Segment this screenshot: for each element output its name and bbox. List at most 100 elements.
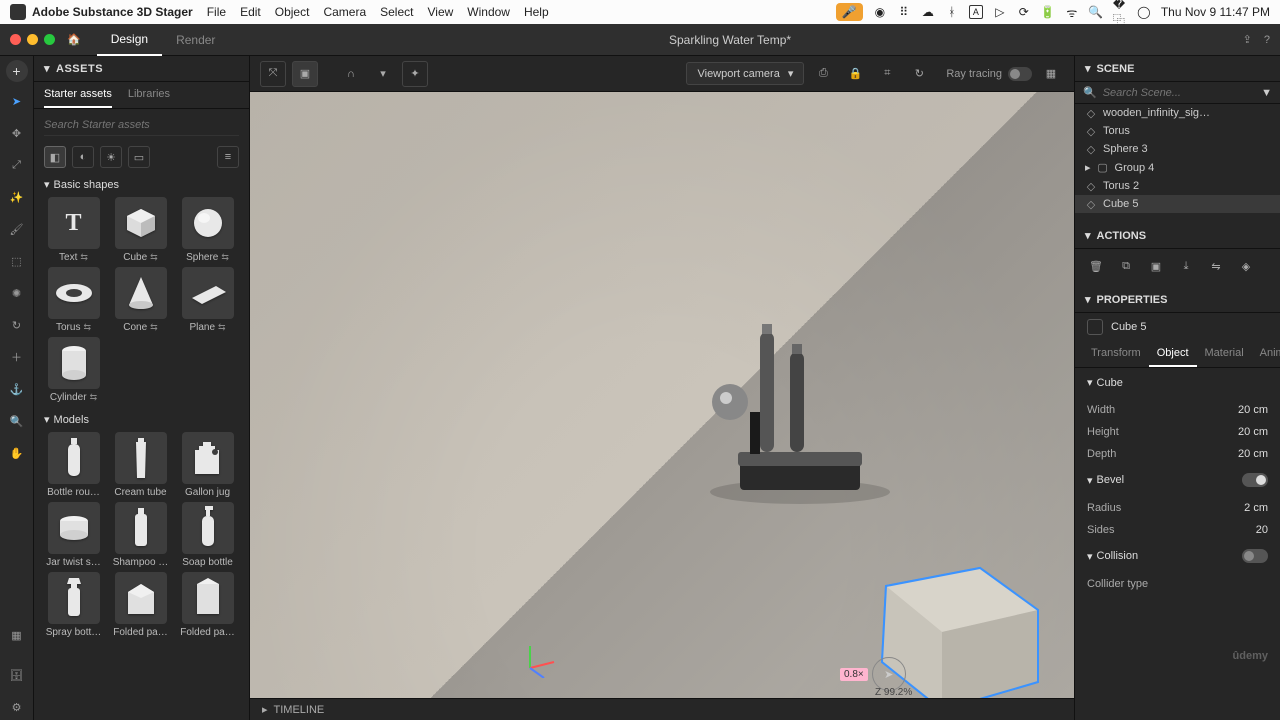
search-icon[interactable]: 🔍 xyxy=(1089,5,1103,19)
asset-cylinder[interactable]: Cylinder⇆ xyxy=(42,337,105,403)
asset-sphere[interactable]: Sphere⇆ xyxy=(176,197,239,263)
assets-header[interactable]: ▾ ASSETS xyxy=(34,56,249,82)
render-settings-icon[interactable]: ▦ xyxy=(1038,61,1064,87)
collision-toggle[interactable] xyxy=(1242,549,1268,563)
cloud-icon[interactable]: ☁ xyxy=(921,5,935,19)
properties-header[interactable]: ▾ PROPERTIES xyxy=(1075,287,1280,313)
scene-search-input[interactable] xyxy=(1103,87,1255,99)
battery-icon[interactable]: 🔋 xyxy=(1041,5,1055,19)
filter-icon[interactable]: ▼ xyxy=(1261,87,1272,99)
asset-torus[interactable]: Torus⇆ xyxy=(42,267,105,333)
basic-shapes-header[interactable]: ▾ Basic shapes xyxy=(34,174,249,195)
tab-starter-assets[interactable]: Starter assets xyxy=(44,88,112,108)
tab-render[interactable]: Render xyxy=(162,24,229,56)
orbit-icon[interactable]: ⤧ xyxy=(260,61,286,87)
layers-icon[interactable]: ▦ xyxy=(4,622,30,648)
toggle-icon[interactable] xyxy=(1008,67,1032,81)
move-tool-icon[interactable]: ✥ xyxy=(4,120,30,146)
window-controls[interactable] xyxy=(10,34,55,45)
menu-help[interactable]: Help xyxy=(524,5,549,19)
manip-circle-icon[interactable]: ➤ xyxy=(872,657,906,691)
play-icon[interactable]: ▷ xyxy=(993,5,1007,19)
viewport[interactable]: 0.8× ➤ Z 99.2% RRCG xyxy=(250,92,1074,698)
delete-icon[interactable]: 🗑 xyxy=(1085,255,1107,277)
wifi-icon[interactable]: ᯤ xyxy=(1065,5,1079,19)
home-icon[interactable]: 🏠 xyxy=(67,33,81,46)
filter-models-icon[interactable]: ◧ xyxy=(44,146,66,168)
menu-camera[interactable]: Camera xyxy=(323,5,366,19)
height-input[interactable]: 20 cm xyxy=(1214,426,1268,438)
ai-icon[interactable]: ✦ xyxy=(402,61,428,87)
tab-object[interactable]: Object xyxy=(1149,341,1197,367)
boolean-icon[interactable]: ◈ xyxy=(1235,255,1257,277)
asset-text[interactable]: TText⇆ xyxy=(42,197,105,263)
record-icon[interactable]: ◉ xyxy=(873,5,887,19)
menu-edit[interactable]: Edit xyxy=(240,5,261,19)
width-input[interactable]: 20 cm xyxy=(1214,404,1268,416)
axis-gizmo-icon[interactable] xyxy=(520,638,560,678)
bevel-section-header[interactable]: ▾Bevel xyxy=(1087,473,1268,487)
control-center-icon[interactable]: �⿻ xyxy=(1113,5,1127,19)
asset-bottle-round[interactable]: Bottle rou… xyxy=(42,432,105,498)
scene-item[interactable]: ◇Sphere 3 xyxy=(1075,140,1280,158)
filter-lights-icon[interactable]: ☀ xyxy=(100,146,122,168)
object-name-value[interactable]: Cube 5 xyxy=(1111,321,1146,333)
minimize-window-icon[interactable] xyxy=(27,34,38,45)
raytracing-toggle[interactable]: Ray tracing xyxy=(946,67,1032,81)
plus-tool-icon[interactable]: ＋ xyxy=(4,344,30,370)
scene-item[interactable]: ◇Torus xyxy=(1075,122,1280,140)
scene-item-selected[interactable]: ◇Cube 5 xyxy=(1075,195,1280,213)
depth-input[interactable]: 20 cm xyxy=(1214,448,1268,460)
share-icon[interactable]: ⇪ xyxy=(1243,33,1252,46)
dropbox-icon[interactable]: ⠿ xyxy=(897,5,911,19)
view-list-icon[interactable]: ≡ xyxy=(217,146,239,168)
cube-section-header[interactable]: ▾Cube xyxy=(1087,376,1268,389)
select-tool-icon[interactable]: ➤ xyxy=(4,88,30,114)
hand-tool-icon[interactable]: ✋ xyxy=(4,440,30,466)
menu-select[interactable]: Select xyxy=(380,5,413,19)
export-icon[interactable]: ⤓ xyxy=(1175,255,1197,277)
collision-section-header[interactable]: ▾Collision xyxy=(1087,549,1268,563)
brush-tool-icon[interactable]: 🖌 xyxy=(4,216,30,242)
mic-indicator-icon[interactable]: 🎤 xyxy=(836,3,863,21)
snap-dropdown-icon[interactable]: ▾ xyxy=(370,61,396,87)
tab-libraries[interactable]: Libraries xyxy=(128,88,170,108)
sync-icon[interactable]: ⟳ xyxy=(1017,5,1031,19)
asset-plane[interactable]: Plane⇆ xyxy=(176,267,239,333)
scene-item[interactable]: ◇wooden_infinity_sig… xyxy=(1075,104,1280,122)
asset-folded-1[interactable]: Folded pa… xyxy=(109,572,172,638)
siri-icon[interactable]: ◯ xyxy=(1137,5,1151,19)
asset-cube[interactable]: Cube⇆ xyxy=(109,197,172,263)
scale-manipulator[interactable]: 0.8× ➤ xyxy=(840,657,906,691)
camera-add-icon[interactable]: ⎙ xyxy=(810,61,836,87)
filter-materials-icon[interactable]: ◐ xyxy=(72,146,94,168)
rotate-tool-icon[interactable]: ↻ xyxy=(4,312,30,338)
menubar-datetime[interactable]: Thu Nov 9 11:47 PM xyxy=(1161,5,1270,19)
menu-object[interactable]: Object xyxy=(275,5,310,19)
add-button[interactable]: + xyxy=(6,60,28,82)
pan-icon[interactable]: ▣ xyxy=(292,61,318,87)
scene-header[interactable]: ▾ SCENE xyxy=(1075,56,1280,82)
mirror-icon[interactable]: ⇋ xyxy=(1205,255,1227,277)
zoom-tool-icon[interactable]: 🔍 xyxy=(4,408,30,434)
radius-input[interactable]: 2 cm xyxy=(1214,502,1268,514)
filter-images-icon[interactable]: ▭ xyxy=(128,146,150,168)
asset-jar-twist[interactable]: Jar twist s… xyxy=(42,502,105,568)
asset-gallon-jug[interactable]: Gallon jug xyxy=(176,432,239,498)
asset-folded-2[interactable]: Folded pa… xyxy=(176,572,239,638)
light-tool-icon[interactable]: ✺ xyxy=(4,280,30,306)
tab-transform[interactable]: Transform xyxy=(1083,341,1149,367)
scene-item-group[interactable]: ▸▢Group 4 xyxy=(1075,158,1280,177)
duplicate-icon[interactable]: ⧉ xyxy=(1115,255,1137,277)
maximize-window-icon[interactable] xyxy=(44,34,55,45)
scene-item[interactable]: ◇Torus 2 xyxy=(1075,177,1280,195)
wand-tool-icon[interactable]: ✨ xyxy=(4,184,30,210)
tab-design[interactable]: Design xyxy=(97,24,162,56)
snap-icon[interactable]: ∩ xyxy=(338,61,364,87)
tab-material[interactable]: Material xyxy=(1197,341,1252,367)
menu-file[interactable]: File xyxy=(207,5,226,19)
settings-icon[interactable]: ⚙ xyxy=(4,694,30,720)
help-icon[interactable]: ? xyxy=(1264,34,1270,46)
menu-window[interactable]: Window xyxy=(467,5,510,19)
group-icon[interactable]: ▣ xyxy=(1145,255,1167,277)
